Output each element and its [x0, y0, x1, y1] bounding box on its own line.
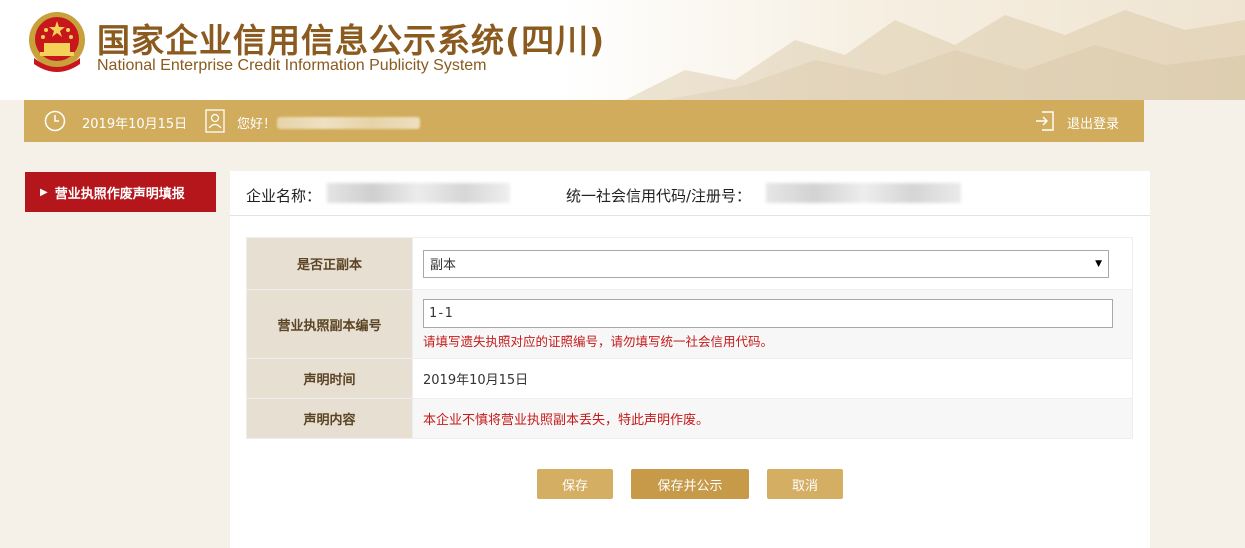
sidebar-item-license-void-declaration[interactable]: ▶ 营业执照作废声明填报: [25, 172, 216, 212]
logout-link[interactable]: 退出登录: [1067, 113, 1119, 132]
copy-number-input[interactable]: 1-1: [423, 298, 1113, 328]
company-info-row: 企业名称： 统一社会信用代码/注册号：: [230, 171, 1150, 216]
declare-time-label: 声明时间: [246, 358, 413, 399]
site-header: 国家企业信用信息公示系统(四川) National Enterprise Cre…: [0, 0, 1245, 100]
declaration-form: 是否正副本 副本 ▼ 营业执照副本编号 1-1 请填写遗失执照对应的证照编号，请…: [246, 237, 1133, 439]
main-panel: 企业名称： 统一社会信用代码/注册号： 是否正副本 副本 ▼ 营业执照副本编号 …: [230, 171, 1150, 548]
copy-number-label: 营业执照副本编号: [246, 289, 413, 359]
form-row-copy-number: 营业执照副本编号 1-1 请填写遗失执照对应的证照编号，请勿填写统一社会信用代码…: [246, 289, 1133, 359]
copy-type-label: 是否正副本: [246, 237, 413, 290]
copy-type-selected-value: 副本: [430, 258, 457, 273]
site-title: 国家企业信用信息公示系统(四川): [97, 21, 606, 60]
caret-right-icon: ▶: [40, 186, 48, 198]
cancel-button[interactable]: 取消: [767, 469, 843, 499]
declare-content-value: 本企业不慎将营业执照副本丢失，特此声明作废。: [412, 398, 1133, 439]
greeting-text: 您好！: [237, 117, 277, 132]
save-and-publish-button[interactable]: 保存并公示: [631, 469, 749, 499]
credit-code-label: 统一社会信用代码/注册号：: [566, 187, 752, 205]
current-date: 2019年10月15日: [82, 117, 188, 132]
mountain-background-graphic: [625, 10, 1245, 100]
redacted-company-name: [327, 183, 510, 203]
copy-type-select[interactable]: 副本 ▼: [423, 249, 1109, 278]
form-row-copy-type: 是否正副本 副本 ▼: [246, 237, 1133, 290]
form-row-declare-time: 声明时间 2019年10月15日: [246, 358, 1133, 399]
site-subtitle: National Enterprise Credit Information P…: [97, 57, 487, 74]
dropdown-arrow-icon: ▼: [1095, 258, 1102, 269]
redacted-credit-code: [766, 183, 961, 203]
clock-icon: [44, 110, 66, 132]
form-row-declare-content: 声明内容 本企业不慎将营业执照副本丢失，特此声明作废。: [246, 398, 1133, 439]
logout-icon[interactable]: [1034, 110, 1056, 132]
company-name-label: 企业名称：: [246, 187, 322, 205]
user-info-bar: 2019年10月15日 您好！ 退出登录: [24, 100, 1144, 142]
redacted-username: [277, 117, 420, 129]
sidebar-item-label: 营业执照作废声明填报: [54, 186, 185, 202]
national-emblem-icon: [29, 12, 85, 72]
declare-content-label: 声明内容: [246, 398, 413, 439]
declare-time-value: 2019年10月15日: [412, 358, 1133, 399]
save-button[interactable]: 保存: [537, 469, 613, 499]
user-icon: [205, 109, 225, 133]
copy-number-hint: 请填写遗失执照对应的证照编号，请勿填写统一社会信用代码。: [423, 333, 774, 349]
